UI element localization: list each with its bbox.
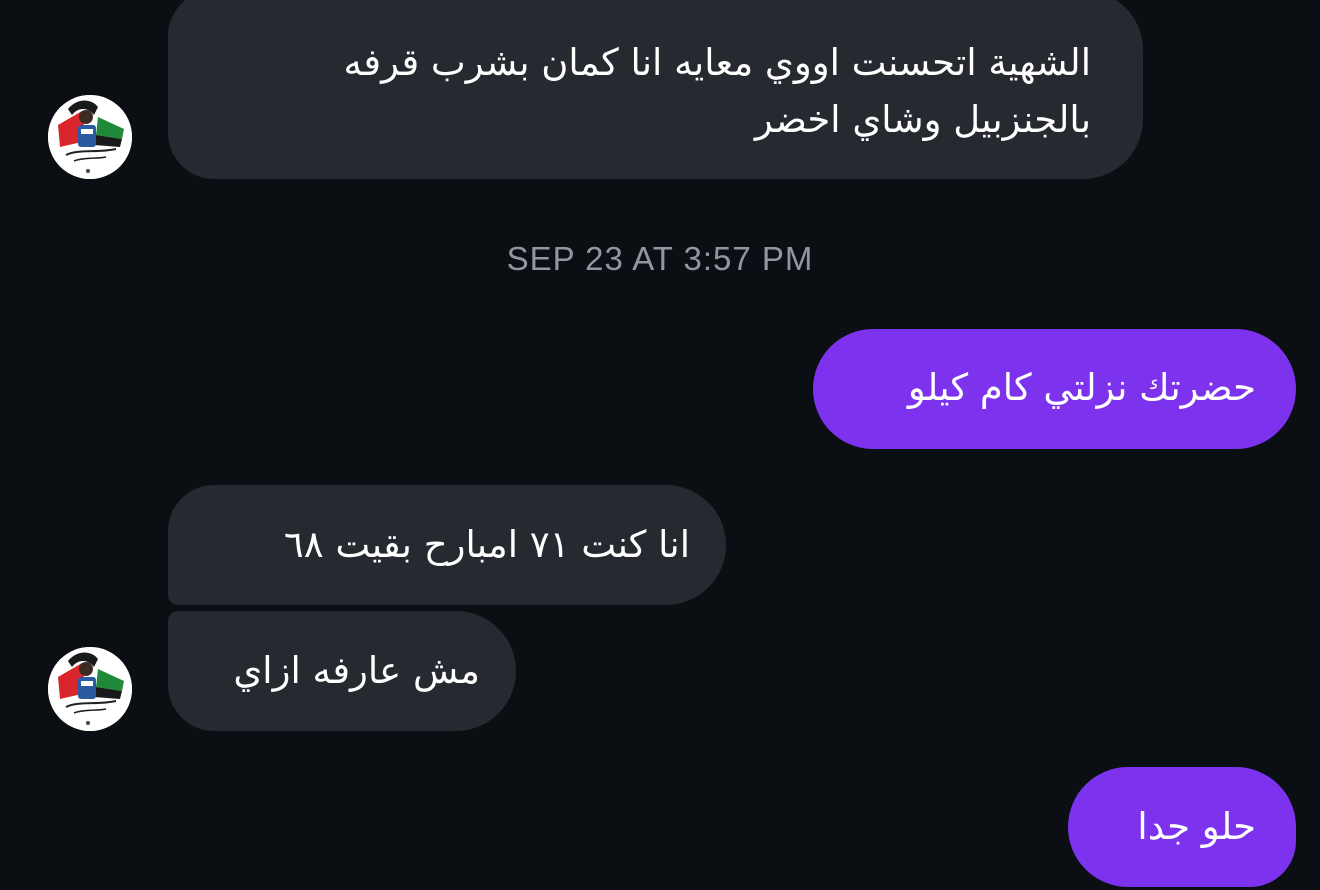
message-bubble-outgoing[interactable]: حلو جدا (1068, 767, 1296, 887)
message-text: الشهية اتحسنت اووي معايه انا كمان بشرب ق… (343, 41, 1091, 142)
message-bubble-incoming[interactable]: الشهية اتحسنت اووي معايه انا كمان بشرب ق… (168, 0, 1143, 179)
avatar-illustration (48, 95, 132, 179)
message-text: انا كنت ٧١ امبارح بقيت ٦٨ (283, 523, 690, 566)
message-bubble-incoming[interactable]: مش عارفه ازاي (168, 611, 516, 731)
chat-thread[interactable]: الشهية اتحسنت اووي معايه انا كمان بشرب ق… (0, 0, 1320, 890)
message-bubble-incoming[interactable]: انا كنت ٧١ امبارح بقيت ٦٨ (168, 485, 726, 605)
avatar-illustration (48, 647, 132, 731)
message-text: حضرتك نزلتي كام كيلو (907, 366, 1256, 409)
message-text: حلو جدا (1137, 805, 1256, 848)
message-timestamp: SEP 23 AT 3:57 PM (506, 240, 814, 277)
contact-avatar-icon[interactable] (48, 647, 132, 731)
contact-avatar-icon[interactable] (48, 95, 132, 179)
message-bubble-outgoing[interactable]: حضرتك نزلتي كام كيلو (813, 329, 1296, 449)
message-text: مش عارفه ازاي (233, 649, 480, 692)
